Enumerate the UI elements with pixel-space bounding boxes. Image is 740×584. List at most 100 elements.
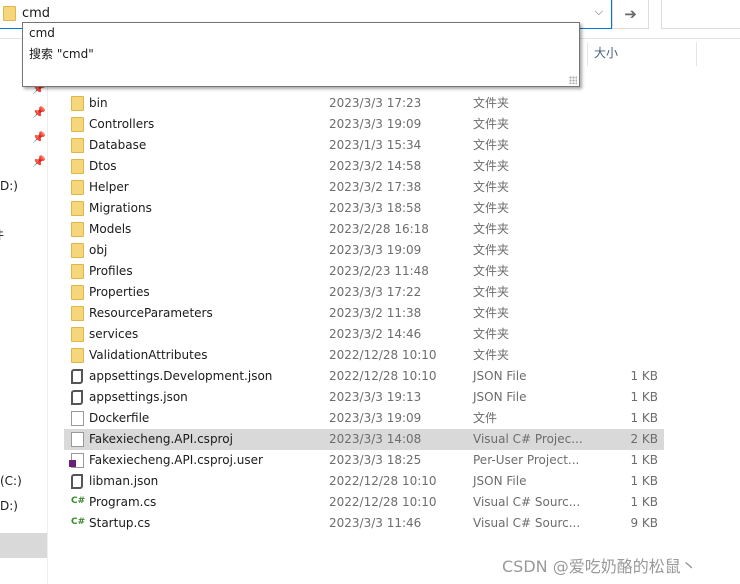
file-date: 2023/3/2 14:58 bbox=[329, 159, 422, 173]
file-date: 2023/1/3 15:34 bbox=[329, 138, 422, 152]
file-row[interactable]: Models 2023/2/28 16:18 文件夹 bbox=[64, 219, 664, 240]
file-name: Models bbox=[89, 222, 132, 236]
file-row[interactable]: Fakexiecheng.API.csproj 2023/3/3 14:08 V… bbox=[64, 429, 664, 450]
column-header-size[interactable]: 大小 bbox=[587, 42, 697, 66]
folder-icon bbox=[71, 96, 84, 111]
file-type: 文件夹 bbox=[473, 243, 510, 257]
go-button[interactable]: ➔ bbox=[612, 0, 649, 29]
file-size: 9 KB bbox=[630, 516, 658, 530]
file-date: 2023/3/3 18:25 bbox=[329, 453, 422, 467]
file-name: Fakexiecheng.API.csproj bbox=[89, 432, 233, 446]
file-name: Fakexiecheng.API.csproj.user bbox=[89, 453, 263, 467]
file-name: Properties bbox=[89, 285, 150, 299]
nav-item-drive-d[interactable]: D:) bbox=[0, 179, 18, 193]
suggestion-item[interactable]: cmd bbox=[23, 23, 579, 44]
file-row[interactable]: Dtos 2023/3/2 14:58 文件夹 bbox=[64, 156, 664, 177]
file-row[interactable]: ValidationAttributes 2022/12/28 10:10 文件… bbox=[64, 345, 664, 366]
file-name: bin bbox=[89, 96, 108, 110]
pin-icon: 📌 bbox=[32, 106, 46, 119]
file-row[interactable]: ResourceParameters 2023/3/2 11:38 文件夹 bbox=[64, 303, 664, 324]
file-row[interactable]: libman.json 2022/12/28 10:10 JSON File 1… bbox=[64, 471, 664, 492]
file-date: 2023/2/23 11:48 bbox=[329, 264, 429, 278]
file-date: 2023/3/3 17:22 bbox=[329, 285, 422, 299]
file-date: 2022/12/28 10:10 bbox=[329, 474, 437, 488]
file-type: Visual C# Projec... bbox=[473, 432, 583, 446]
file-size: 1 KB bbox=[630, 453, 658, 467]
file-name: libman.json bbox=[89, 474, 159, 488]
file-type: Visual C# Sourc... bbox=[473, 516, 581, 530]
file-type: Visual C# Sourc... bbox=[473, 495, 581, 509]
file-type: JSON File bbox=[473, 474, 527, 488]
watermark: CSDN @爱吃奶酪的松鼠丶 bbox=[502, 557, 697, 576]
file-row[interactable]: C# Program.cs 2022/12/28 10:10 Visual C#… bbox=[64, 492, 664, 513]
file-row[interactable]: Migrations 2023/3/3 18:58 文件夹 bbox=[64, 198, 664, 219]
file-type: Per-User Project... bbox=[473, 453, 580, 467]
pin-icon: 📌 bbox=[32, 131, 46, 144]
search-input[interactable] bbox=[661, 0, 740, 29]
nav-item-drive-d[interactable]: D:) bbox=[0, 499, 18, 513]
file-type: JSON File bbox=[473, 369, 527, 383]
file-date: 2023/3/3 19:09 bbox=[329, 243, 422, 257]
file-type: 文件夹 bbox=[473, 117, 510, 131]
file-name: Profiles bbox=[89, 264, 133, 278]
file-date: 2023/3/3 17:23 bbox=[329, 96, 422, 110]
file-name: appsettings.Development.json bbox=[89, 369, 273, 383]
cs-icon: C# bbox=[71, 496, 86, 506]
nav-item-drive-c[interactable]: (C:) bbox=[0, 474, 22, 488]
file-date: 2023/3/2 11:38 bbox=[329, 306, 422, 320]
file-type: 文件夹 bbox=[473, 96, 510, 110]
file-row[interactable]: C# Startup.cs 2023/3/3 11:46 Visual C# S… bbox=[64, 513, 664, 534]
file-type: 文件夹 bbox=[473, 138, 510, 152]
file-row[interactable]: Profiles 2023/2/23 11:48 文件夹 bbox=[64, 261, 664, 282]
file-row[interactable]: obj 2023/3/3 19:09 文件夹 bbox=[64, 240, 664, 261]
file-type: 文件夹 bbox=[473, 264, 510, 278]
file-row[interactable]: Database 2023/1/3 15:34 文件夹 bbox=[64, 135, 664, 156]
file-name: Dockerfile bbox=[89, 411, 150, 425]
folder-icon bbox=[71, 159, 84, 174]
file-name: Program.cs bbox=[89, 495, 157, 509]
file-row[interactable]: Properties 2023/3/3 17:22 文件夹 bbox=[64, 282, 664, 303]
file-size: 1 KB bbox=[630, 369, 658, 383]
file-row[interactable]: Helper 2023/3/2 17:38 文件夹 bbox=[64, 177, 664, 198]
file-name: obj bbox=[89, 243, 108, 257]
arrow-right-icon: ➔ bbox=[624, 5, 637, 23]
file-type: 文件夹 bbox=[473, 222, 510, 236]
cs-icon: C# bbox=[71, 517, 86, 527]
file-row[interactable]: Dockerfile 2023/3/3 19:09 文件 1 KB bbox=[64, 408, 664, 429]
file-size: 1 KB bbox=[630, 411, 658, 425]
nav-item-selected[interactable] bbox=[0, 533, 47, 558]
file-type: 文件夹 bbox=[473, 159, 510, 173]
autocomplete-dropdown: cmd 搜索 "cmd" bbox=[22, 22, 580, 87]
file-row[interactable]: bin 2023/3/3 17:23 文件夹 bbox=[64, 93, 664, 114]
file-row[interactable]: appsettings.Development.json 2022/12/28 … bbox=[64, 366, 664, 387]
file-name: ResourceParameters bbox=[89, 306, 213, 320]
file-date: 2023/3/3 14:08 bbox=[329, 432, 422, 446]
file-name: Database bbox=[89, 138, 147, 152]
folder-icon bbox=[71, 138, 84, 153]
chevron-down-icon[interactable]: ⌵ bbox=[595, 5, 603, 19]
file-row[interactable]: Fakexiecheng.API.csproj.user 2023/3/3 18… bbox=[64, 450, 664, 471]
suggestion-item[interactable]: 搜索 "cmd" bbox=[23, 44, 579, 65]
folder-icon bbox=[71, 243, 84, 258]
file-row[interactable]: services 2023/3/2 14:46 文件夹 bbox=[64, 324, 664, 345]
file-row[interactable]: appsettings.json 2023/3/3 19:13 JSON Fil… bbox=[64, 387, 664, 408]
folder-icon bbox=[71, 285, 84, 300]
file-type: 文件夹 bbox=[473, 327, 510, 341]
file-date: 2023/3/2 14:46 bbox=[329, 327, 422, 341]
json-icon bbox=[71, 474, 83, 489]
folder-icon bbox=[3, 6, 16, 21]
folder-icon bbox=[71, 264, 84, 279]
resize-grip-icon[interactable] bbox=[569, 76, 577, 84]
navigation-pane: 📌 📌 📌 📌 D:) 件 (C:) D:) bbox=[0, 39, 48, 584]
file-name: Migrations bbox=[89, 201, 152, 215]
file-row[interactable]: Controllers 2023/3/3 19:09 文件夹 bbox=[64, 114, 664, 135]
file-type: JSON File bbox=[473, 390, 527, 404]
file-date: 2023/3/3 19:09 bbox=[329, 411, 422, 425]
file-type: 文件夹 bbox=[473, 285, 510, 299]
file-date: 2023/3/3 19:13 bbox=[329, 390, 422, 404]
address-input[interactable]: cmd bbox=[22, 6, 50, 21]
file-date: 2023/3/3 11:46 bbox=[329, 516, 422, 530]
file-type: 文件夹 bbox=[473, 180, 510, 194]
nav-item[interactable]: 件 bbox=[0, 226, 4, 243]
file-date: 2023/3/2 17:38 bbox=[329, 180, 422, 194]
